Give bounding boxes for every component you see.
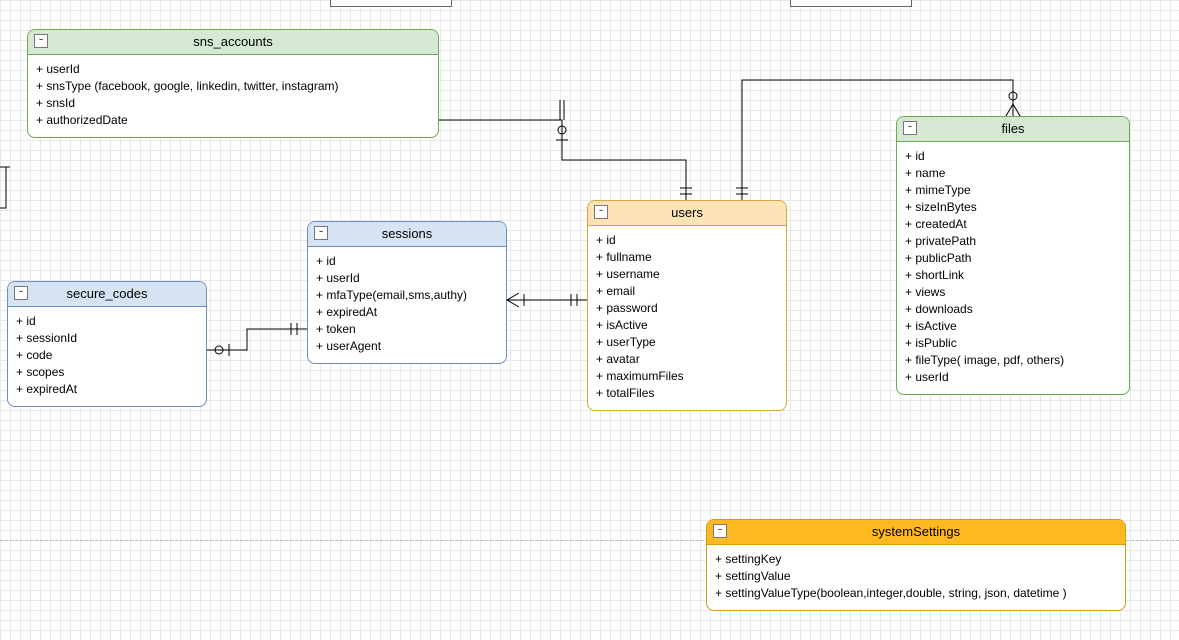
entity-field: id [16, 313, 198, 330]
entity-field: code [16, 347, 198, 364]
entity-field: privatePath [905, 233, 1121, 250]
entity-field: snsType (facebook, google, linkedin, twi… [36, 78, 430, 95]
entity-title: - users [588, 201, 786, 226]
entity-field: userId [36, 61, 430, 78]
entity-field: totalFiles [596, 385, 778, 402]
offscreen-entity-stub-left [330, 0, 452, 7]
entity-field: publicPath [905, 250, 1121, 267]
entity-field: userAgent [316, 338, 498, 355]
entity-title-text: secure_codes [67, 286, 148, 301]
entity-field: token [316, 321, 498, 338]
entity-title: - sessions [308, 222, 506, 247]
entity-sessions[interactable]: - sessions id userId mfaType(email,sms,a… [307, 221, 507, 364]
entity-field: settingValueType(boolean,integer,double,… [715, 585, 1117, 602]
entity-secure-codes[interactable]: - secure_codes id sessionId code scopes … [7, 281, 207, 407]
entity-field: sizeInBytes [905, 199, 1121, 216]
collapse-icon[interactable]: - [713, 524, 727, 538]
entity-field: email [596, 283, 778, 300]
entity-field: settingKey [715, 551, 1117, 568]
entity-field: isActive [905, 318, 1121, 335]
entity-title-text: sns_accounts [193, 34, 273, 49]
entity-field-list: userId snsType (facebook, google, linked… [28, 55, 438, 137]
entity-title: - files [897, 117, 1129, 142]
entity-field: shortLink [905, 267, 1121, 284]
entity-field: fullname [596, 249, 778, 266]
entity-title: - secure_codes [8, 282, 206, 307]
entity-field: createdAt [905, 216, 1121, 233]
entity-field: userId [316, 270, 498, 287]
entity-field: scopes [16, 364, 198, 381]
entity-files[interactable]: - files id name mimeType sizeInBytes cre… [896, 116, 1130, 395]
entity-field: avatar [596, 351, 778, 368]
entity-field-list: id name mimeType sizeInBytes createdAt p… [897, 142, 1129, 394]
entity-field: expiredAt [16, 381, 198, 398]
entity-field: id [316, 253, 498, 270]
entity-field: authorizedDate [36, 112, 430, 129]
entity-field-list: settingKeysettingValuesettingValueType(b… [707, 545, 1125, 610]
entity-title: - sns_accounts [28, 30, 438, 55]
entity-field-list: id userId mfaType(email,sms,authy) expir… [308, 247, 506, 363]
entity-field: mfaType(email,sms,authy) [316, 287, 498, 304]
entity-field: snsId [36, 95, 430, 112]
entity-system-settings[interactable]: - systemSettings settingKeysettingValues… [706, 519, 1126, 611]
entity-field: userType [596, 334, 778, 351]
entity-field: maximumFiles [596, 368, 778, 385]
diagram-canvas[interactable]: - sns_accounts userId snsType (facebook,… [0, 0, 1179, 640]
entity-field: expiredAt [316, 304, 498, 321]
entity-field: views [905, 284, 1121, 301]
entity-title-text: users [671, 205, 703, 220]
collapse-icon[interactable]: - [594, 205, 608, 219]
entity-field: name [905, 165, 1121, 182]
collapse-icon[interactable]: - [34, 34, 48, 48]
entity-field: settingValue [715, 568, 1117, 585]
entity-title-text: files [1001, 121, 1024, 136]
entity-sns-accounts[interactable]: - sns_accounts userId snsType (facebook,… [27, 29, 439, 138]
entity-field: isActive [596, 317, 778, 334]
entity-field-list: id sessionId code scopes expiredAt [8, 307, 206, 406]
entity-field: id [905, 148, 1121, 165]
entity-field: id [596, 232, 778, 249]
entity-field-list: id fullname username email password isAc… [588, 226, 786, 410]
entity-field: sessionId [16, 330, 198, 347]
entity-field: mimeType [905, 182, 1121, 199]
entity-field: username [596, 266, 778, 283]
entity-field: downloads [905, 301, 1121, 318]
entity-title: - systemSettings [707, 520, 1125, 545]
entity-users[interactable]: - users id fullname username email passw… [587, 200, 787, 411]
entity-field: fileType( image, pdf, others) [905, 352, 1121, 369]
entity-field: userId [905, 369, 1121, 386]
entity-title-text: sessions [382, 226, 433, 241]
collapse-icon[interactable]: - [14, 286, 28, 300]
entity-field: isPublic [905, 335, 1121, 352]
collapse-icon[interactable]: - [903, 121, 917, 135]
entity-title-text: systemSettings [872, 524, 960, 539]
offscreen-entity-stub-right [790, 0, 912, 7]
collapse-icon[interactable]: - [314, 226, 328, 240]
entity-field: password [596, 300, 778, 317]
